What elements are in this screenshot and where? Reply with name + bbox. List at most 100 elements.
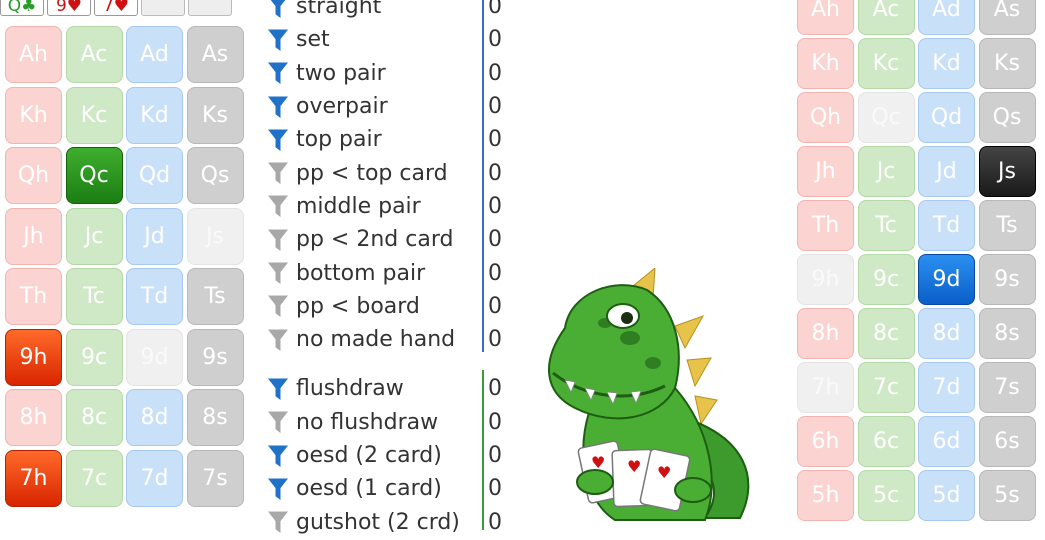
filter-row[interactable]: two pair 0: [267, 57, 508, 90]
card-7h[interactable]: 7h: [797, 362, 854, 413]
card-th[interactable]: Th: [5, 268, 62, 325]
card-qd[interactable]: Qd: [126, 147, 183, 204]
card-kc[interactable]: Kc: [65, 86, 123, 144]
card-5s[interactable]: 5s: [978, 470, 1036, 521]
card-as[interactable]: As: [978, 0, 1036, 35]
funnel-icon[interactable]: [267, 510, 289, 534]
card-js[interactable]: Js: [978, 146, 1036, 197]
card-9s[interactable]: 9s: [186, 328, 244, 386]
funnel-icon[interactable]: [267, 328, 289, 352]
card-7c[interactable]: 7c: [857, 362, 915, 413]
card-9c[interactable]: 9c: [65, 328, 123, 386]
card-7s[interactable]: 7s: [186, 449, 244, 507]
card-9c[interactable]: 9c: [857, 254, 915, 305]
card-7h[interactable]: 7h: [5, 449, 62, 507]
card-5d[interactable]: 5d: [918, 470, 975, 521]
card-qs[interactable]: Qs: [186, 147, 244, 204]
board-card-slot[interactable]: 7♥: [94, 0, 138, 16]
card-9d[interactable]: 9d: [126, 328, 183, 386]
filter-row[interactable]: middle pair 0: [267, 190, 508, 223]
funnel-icon[interactable]: [267, 161, 289, 185]
card-td[interactable]: Td: [126, 268, 183, 325]
card-8s[interactable]: 8s: [186, 389, 244, 446]
card-kh[interactable]: Kh: [797, 38, 854, 89]
card-qh[interactable]: Qh: [5, 147, 62, 204]
card-ts[interactable]: Ts: [186, 268, 244, 325]
card-kd[interactable]: Kd: [126, 86, 183, 144]
card-ks[interactable]: Ks: [978, 38, 1036, 89]
card-jd[interactable]: Jd: [918, 146, 975, 197]
card-8h[interactable]: 8h: [5, 389, 62, 446]
card-8s[interactable]: 8s: [978, 308, 1036, 359]
board-card-slot[interactable]: [188, 0, 232, 16]
funnel-icon[interactable]: [267, 194, 289, 218]
filter-row[interactable]: pp < top card 0: [267, 156, 508, 189]
card-qs[interactable]: Qs: [978, 92, 1036, 143]
filter-row[interactable]: overpair 0: [267, 90, 508, 123]
card-as[interactable]: As: [186, 26, 244, 83]
funnel-icon[interactable]: [267, 444, 289, 468]
filter-row[interactable]: top pair 0: [267, 123, 508, 156]
card-7d[interactable]: 7d: [918, 362, 975, 413]
card-ad[interactable]: Ad: [126, 26, 183, 83]
filter-row[interactable]: no flushdraw 0: [267, 406, 508, 439]
card-kh[interactable]: Kh: [5, 86, 62, 144]
card-kc[interactable]: Kc: [857, 38, 915, 89]
funnel-icon[interactable]: [267, 410, 289, 434]
card-qc[interactable]: Qc: [857, 92, 915, 143]
funnel-icon[interactable]: [268, 0, 288, 19]
card-jc[interactable]: Jc: [857, 146, 915, 197]
card-jd[interactable]: Jd: [126, 207, 183, 265]
card-kd[interactable]: Kd: [918, 38, 975, 89]
card-5h[interactable]: 5h: [797, 470, 854, 521]
card-ac[interactable]: Ac: [857, 0, 915, 35]
card-8d[interactable]: 8d: [126, 389, 183, 446]
card-ac[interactable]: Ac: [65, 26, 123, 83]
card-8h[interactable]: 8h: [797, 308, 854, 359]
card-8c[interactable]: 8c: [65, 389, 123, 446]
filter-row[interactable]: bottom pair 0: [267, 256, 508, 289]
card-tc[interactable]: Tc: [857, 200, 915, 251]
card-7s[interactable]: 7s: [978, 362, 1036, 413]
card-jh[interactable]: Jh: [5, 207, 62, 265]
card-9h[interactable]: 9h: [797, 254, 854, 305]
card-tc[interactable]: Tc: [65, 268, 123, 325]
funnel-icon[interactable]: [267, 95, 289, 119]
card-qh[interactable]: Qh: [797, 92, 854, 143]
card-jh[interactable]: Jh: [797, 146, 854, 197]
board-card-slot[interactable]: Q♣: [0, 0, 44, 16]
card-9h[interactable]: 9h: [5, 328, 62, 386]
filter-row[interactable]: straight 0: [268, 0, 508, 23]
card-td[interactable]: Td: [918, 200, 975, 251]
card-6h[interactable]: 6h: [797, 416, 854, 467]
card-8d[interactable]: 8d: [918, 308, 975, 359]
filter-row[interactable]: oesd (2 card) 0: [267, 439, 508, 472]
filter-row[interactable]: oesd (1 card) 0: [267, 472, 508, 505]
funnel-icon[interactable]: [267, 228, 289, 252]
filter-row[interactable]: set 0: [267, 23, 508, 56]
card-6c[interactable]: 6c: [857, 416, 915, 467]
funnel-icon[interactable]: [267, 128, 289, 152]
card-9d[interactable]: 9d: [918, 254, 975, 305]
funnel-icon[interactable]: [267, 377, 289, 401]
card-7c[interactable]: 7c: [65, 449, 123, 507]
filter-row[interactable]: flushdraw 0: [267, 372, 508, 405]
filter-row[interactable]: no made hand 0: [267, 323, 508, 356]
card-jc[interactable]: Jc: [65, 207, 123, 265]
card-ts[interactable]: Ts: [978, 200, 1036, 251]
funnel-icon[interactable]: [267, 28, 289, 52]
card-ks[interactable]: Ks: [186, 86, 244, 144]
card-8c[interactable]: 8c: [857, 308, 915, 359]
card-th[interactable]: Th: [797, 200, 854, 251]
card-5c[interactable]: 5c: [857, 470, 915, 521]
card-qc[interactable]: Qc: [65, 147, 123, 204]
funnel-icon[interactable]: [267, 61, 289, 85]
card-ah[interactable]: Ah: [797, 0, 854, 35]
filter-row[interactable]: pp < 2nd card 0: [267, 223, 508, 256]
card-6d[interactable]: 6d: [918, 416, 975, 467]
card-qd[interactable]: Qd: [918, 92, 975, 143]
card-7d[interactable]: 7d: [126, 449, 183, 507]
board-card-slot[interactable]: [141, 0, 185, 16]
funnel-icon[interactable]: [267, 477, 289, 501]
board-card-slot[interactable]: 9♥: [47, 0, 91, 16]
